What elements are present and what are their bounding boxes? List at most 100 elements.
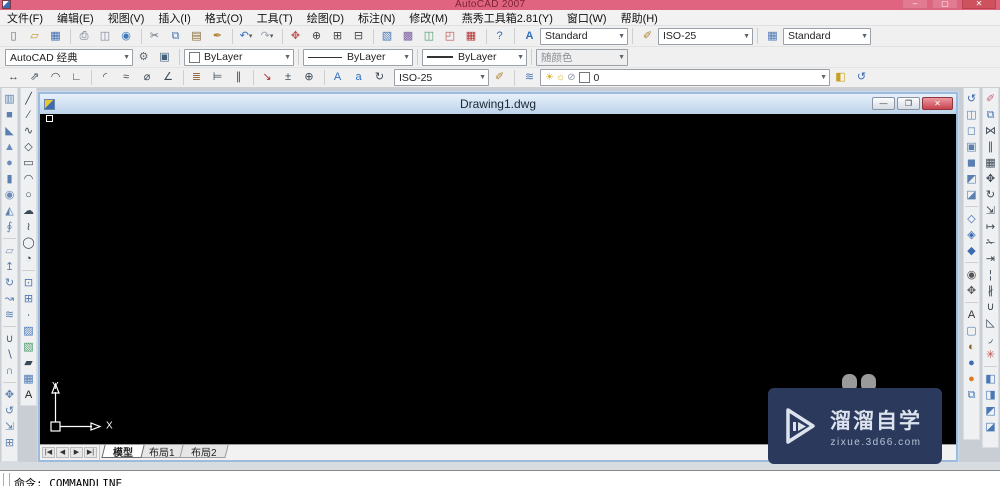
3d-array-icon[interactable]: ⊞ bbox=[2, 435, 17, 451]
dim-style-manager-icon[interactable]: ✐ bbox=[638, 27, 658, 46]
lineweight-control-combo[interactable]: ByLayer ▼ bbox=[422, 48, 527, 66]
spline-icon[interactable]: ≀ bbox=[21, 219, 36, 235]
explode-icon[interactable]: ✳ bbox=[983, 347, 998, 363]
zoom-realtime-icon[interactable]: ⊕ bbox=[307, 27, 327, 46]
visual-style-2d-wireframe-icon[interactable]: ◫ bbox=[964, 107, 979, 123]
make-object-layer-current-icon[interactable]: ◧ bbox=[831, 68, 851, 87]
named-views-icon[interactable]: A bbox=[964, 302, 979, 323]
menu-file[interactable]: 文件(F) bbox=[0, 10, 50, 26]
ellipse-icon[interactable]: ◯ bbox=[21, 235, 36, 251]
polyline-icon[interactable]: ∿ bbox=[21, 123, 36, 139]
revolve-icon[interactable]: ↻ bbox=[2, 275, 17, 291]
cut-icon[interactable]: ✂ bbox=[140, 27, 165, 46]
markup-set-manager-icon[interactable]: ◰ bbox=[440, 27, 460, 46]
menu-draw[interactable]: 绘图(D) bbox=[300, 10, 351, 26]
layer-control-combo[interactable]: ☀ ☼ ⊘ 0 ▼ bbox=[540, 69, 830, 86]
fillet-icon[interactable]: ◞ bbox=[983, 331, 998, 347]
visual-style-realistic-icon[interactable]: ◼ bbox=[964, 155, 979, 171]
open-icon[interactable]: ▱ bbox=[25, 27, 45, 46]
tab-first-button[interactable]: |◀ bbox=[42, 447, 55, 458]
center-mark-icon[interactable]: ⊕ bbox=[299, 68, 319, 87]
menu-modify[interactable]: 修改(M) bbox=[402, 10, 455, 26]
color-control-combo[interactable]: ByLayer ▼ bbox=[184, 48, 294, 66]
render-preferences-icon[interactable]: ● bbox=[964, 355, 979, 371]
menu-format[interactable]: 格式(O) bbox=[198, 10, 250, 26]
app-close-button[interactable]: ✕ bbox=[962, 0, 996, 9]
3d-align-icon[interactable]: ⇲ bbox=[2, 419, 17, 435]
menu-tools[interactable]: 工具(T) bbox=[250, 10, 300, 26]
publish-icon[interactable]: ◉ bbox=[116, 27, 136, 46]
tolerance-icon[interactable]: ± bbox=[278, 68, 298, 87]
layer-properties-manager-icon[interactable]: ≋ bbox=[520, 68, 540, 87]
planar-surface-icon[interactable]: ▱ bbox=[2, 238, 17, 259]
hide-icon[interactable]: ▢ bbox=[964, 323, 979, 339]
chamfer-icon[interactable]: ◺ bbox=[983, 315, 998, 331]
loft-icon[interactable]: ≋ bbox=[2, 307, 17, 323]
construction-line-icon[interactable]: ⁄ bbox=[21, 107, 36, 123]
undo-icon[interactable]: ↶ bbox=[232, 27, 256, 46]
arc-icon[interactable]: ◠ bbox=[21, 171, 36, 187]
lights-icon[interactable]: ● bbox=[964, 371, 979, 387]
command-window-grip[interactable] bbox=[3, 473, 10, 486]
ellipse-arc-icon[interactable]: ◔ bbox=[21, 251, 36, 267]
designcenter-icon[interactable]: ▩ bbox=[398, 27, 418, 46]
render-icon[interactable]: ◐ bbox=[964, 339, 979, 355]
shadows-off-icon[interactable]: ◇ bbox=[964, 206, 979, 227]
drawing-titlebar[interactable]: Drawing1.dwg — ❐ ✕ bbox=[40, 94, 956, 114]
extrude-icon[interactable]: ↥ bbox=[2, 259, 17, 275]
table-style-combo[interactable]: Standard ▼ bbox=[783, 27, 871, 45]
gradient-icon[interactable]: ▧ bbox=[21, 339, 36, 355]
save-workspace-icon[interactable]: ▣ bbox=[155, 48, 175, 67]
quick-dimension-icon[interactable]: ≣ bbox=[182, 68, 207, 87]
doc-minimize-button[interactable]: — bbox=[872, 97, 895, 110]
copy-object-icon[interactable]: ⧉ bbox=[983, 107, 998, 123]
dim-text-edit-icon[interactable]: a bbox=[349, 68, 369, 87]
make-block-icon[interactable]: ⊞ bbox=[21, 291, 36, 307]
erase-icon[interactable]: ✐ bbox=[983, 91, 998, 107]
redo-icon[interactable]: ↷ bbox=[257, 27, 277, 46]
3d-rotate-icon[interactable]: ↺ bbox=[2, 403, 17, 419]
match-properties-icon[interactable]: ✒ bbox=[208, 27, 228, 46]
dim-diameter-icon[interactable]: ⌀ bbox=[137, 68, 157, 87]
insert-block-icon[interactable]: ⊡ bbox=[21, 270, 36, 291]
text-style-combo[interactable]: Standard ▼ bbox=[540, 27, 628, 45]
zoom-previous-icon[interactable]: ⊟ bbox=[349, 27, 369, 46]
plot-preview-icon[interactable]: ◫ bbox=[95, 27, 115, 46]
dim-angular-icon[interactable]: ∠ bbox=[158, 68, 178, 87]
point-icon[interactable]: ∙ bbox=[21, 307, 36, 323]
workspace-settings-icon[interactable]: ⚙ bbox=[134, 48, 154, 67]
intersect-icon[interactable]: ∩ bbox=[2, 363, 17, 379]
doc-restore-button[interactable]: ❐ bbox=[897, 97, 920, 110]
dim-style-combo-2[interactable]: ISO-25 ▼ bbox=[394, 69, 489, 86]
rotate-icon[interactable]: ↻ bbox=[983, 187, 998, 203]
join-icon[interactable]: ∪ bbox=[983, 299, 998, 315]
line-icon[interactable]: ╱ bbox=[21, 91, 36, 107]
extend-icon[interactable]: ⇥ bbox=[983, 251, 998, 267]
visual-style-conceptual-icon[interactable]: ◩ bbox=[964, 171, 979, 187]
visual-styles-manager-icon[interactable]: ◪ bbox=[964, 187, 979, 203]
full-shadows-icon[interactable]: ◆ bbox=[964, 243, 979, 259]
save-icon[interactable]: ▦ bbox=[46, 27, 66, 46]
tab-next-button[interactable]: ▶ bbox=[70, 447, 83, 458]
visual-style-3d-hidden-icon[interactable]: ▣ bbox=[964, 139, 979, 155]
pyramid-icon[interactable]: ◭ bbox=[2, 203, 17, 219]
dim-baseline-icon[interactable]: ⊨ bbox=[208, 68, 228, 87]
workspace-combo[interactable]: AutoCAD 经典 ▼ bbox=[5, 48, 133, 66]
box-icon[interactable]: ■ bbox=[2, 107, 17, 123]
tool-palettes-icon[interactable]: ◫ bbox=[419, 27, 439, 46]
menu-dimension[interactable]: 标注(N) bbox=[351, 10, 402, 26]
dim-style-icon[interactable]: ✐ bbox=[490, 68, 510, 87]
menu-help[interactable]: 帮助(H) bbox=[614, 10, 665, 26]
dim-aligned-icon[interactable]: ⇗ bbox=[25, 68, 45, 87]
ground-shadows-icon[interactable]: ◈ bbox=[964, 227, 979, 243]
app-maximize-button[interactable]: ▢ bbox=[932, 0, 958, 9]
dim-style-combo[interactable]: ISO-25 ▼ bbox=[658, 27, 753, 45]
tab-prev-button[interactable]: ◀ bbox=[56, 447, 69, 458]
union-icon[interactable]: ∪ bbox=[2, 326, 17, 347]
tab-last-button[interactable]: ▶| bbox=[84, 447, 97, 458]
trim-icon[interactable]: ✁ bbox=[983, 235, 998, 251]
scale-icon[interactable]: ⇲ bbox=[983, 203, 998, 219]
dim-edit-icon[interactable]: A bbox=[323, 68, 348, 87]
zoom-window-icon[interactable]: ⊞ bbox=[328, 27, 348, 46]
send-under-objects-icon[interactable]: ◪ bbox=[983, 419, 998, 435]
